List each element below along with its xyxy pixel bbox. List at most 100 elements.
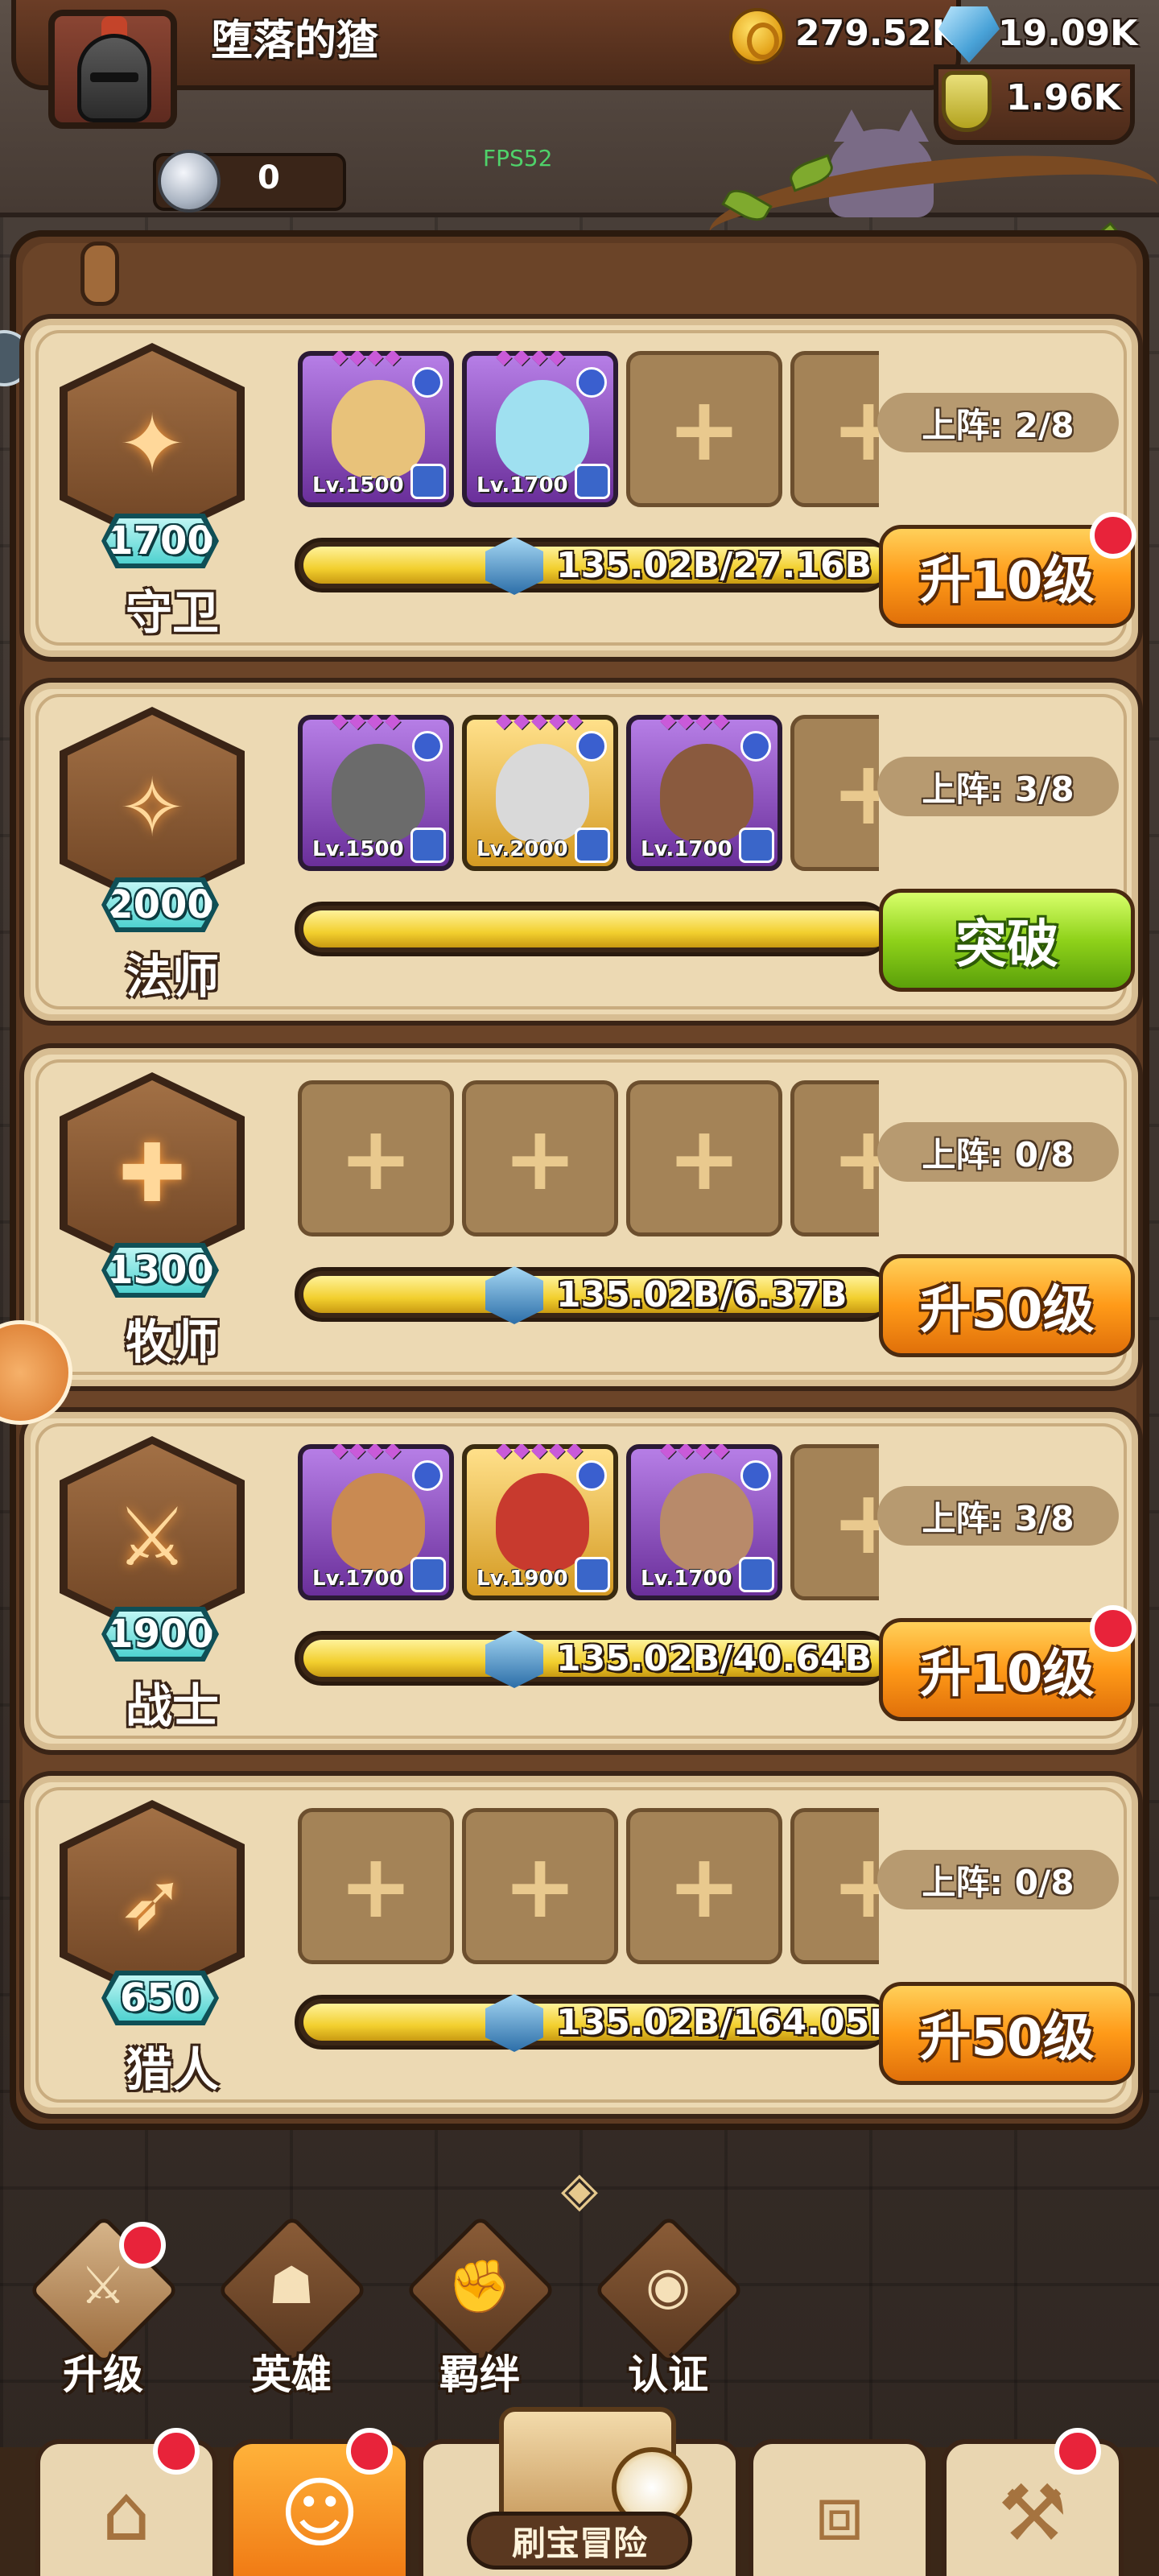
plus-icon: +	[502, 1107, 578, 1210]
class-symbol-icon: ✧	[118, 760, 186, 855]
class-card: ✧ 2000 法师 ◆◆◆◆ Lv.1500 ◆◆◆◆◆ Lv.2000 ◆◆◆◆ Lv.170…	[19, 678, 1143, 1026]
star-rank-icon: ◆◆◆◆	[332, 1444, 402, 1462]
class-symbol-icon: ➶	[118, 1853, 186, 1948]
hero-portrait	[496, 1473, 589, 1571]
deployed-count: 上阵: 0/8	[877, 1850, 1119, 1909]
role-icon	[739, 828, 774, 863]
level-cost-bar: 135.02B/164.05M	[295, 1994, 905, 2052]
class-symbol-icon: ⚔	[116, 1489, 188, 1584]
adventure-label: 刷宝冒险	[467, 2512, 692, 2570]
empty-hero-slot[interactable]: +	[462, 1080, 618, 1236]
player-name: 堕落的猹	[211, 17, 379, 65]
star-rank-icon: ◆◆◆◆	[660, 1444, 731, 1462]
empty-hero-slot[interactable]: +	[626, 1080, 782, 1236]
hero-level: Lv.1500	[312, 473, 404, 497]
menu-item[interactable]: ⚔ 升级	[23, 2215, 184, 2431]
hero-card[interactable]: ◆◆◆◆ Lv.1700	[462, 351, 618, 507]
empty-hero-slot[interactable]: +	[626, 351, 782, 507]
upgrade-button[interactable]: 升50级	[879, 1254, 1135, 1357]
hero-card[interactable]: ◆◆◆◆◆ Lv.1900	[462, 1444, 618, 1600]
hero-portrait	[332, 744, 425, 842]
class-level-badge: 1700	[101, 514, 219, 568]
level-cost-bar: 135.02B/6.37B	[295, 1266, 891, 1324]
level-cost-bar: 135.02B/27.16B	[295, 537, 891, 595]
menu-label: 羁绊	[439, 2351, 520, 2398]
empty-hero-slot[interactable]: +	[462, 1808, 618, 1964]
class-name: 守卫	[125, 585, 219, 640]
empty-hero-slot[interactable]: +	[626, 1808, 782, 1964]
plus-icon: +	[338, 1107, 414, 1210]
star-rank-icon: ◆◆◆◆	[660, 715, 731, 733]
star-rank-icon: ◆◆◆◆	[332, 715, 402, 733]
hero-slot-row: ◆◆◆◆ Lv.1700 ◆◆◆◆◆ Lv.1900 ◆◆◆◆ Lv.1700 +	[298, 1444, 879, 1607]
level-cost-bar: 135.02B/40.64B	[295, 1630, 891, 1688]
class-card: ⚔ 1900 战士 ◆◆◆◆ Lv.1700 ◆◆◆◆◆ Lv.1900 ◆◆◆◆ Lv.170…	[19, 1407, 1143, 1755]
plus-icon: +	[666, 378, 742, 481]
player-avatar[interactable]	[48, 10, 177, 129]
deployed-count: 上阵: 3/8	[877, 1486, 1119, 1546]
empty-hero-slot[interactable]: +	[298, 1808, 454, 1964]
deployed-count: 上阵: 3/8	[877, 757, 1119, 816]
class-level-badge: 2000	[101, 877, 219, 932]
adventure-map[interactable]: 刷宝冒险	[451, 2399, 708, 2576]
upgrade-button[interactable]: 突破	[879, 889, 1135, 992]
empty-hero-slot[interactable]: +	[790, 715, 879, 871]
plus-icon: +	[502, 1835, 578, 1938]
hero-notification-dot	[346, 2428, 393, 2475]
class-symbol-icon: ✦	[118, 396, 186, 491]
plus-icon: +	[666, 1107, 742, 1210]
hero-card[interactable]: ◆◆◆◆ Lv.1700	[626, 1444, 782, 1600]
empty-hero-slot[interactable]: +	[790, 1080, 879, 1236]
tab-bag[interactable]: ⧈	[749, 2439, 930, 2576]
menu-icon: ✊	[448, 2256, 512, 2317]
empty-hero-slot[interactable]: +	[298, 1080, 454, 1236]
empty-hero-slot[interactable]: +	[790, 1808, 879, 1964]
plus-icon: +	[666, 1835, 742, 1938]
element-icon	[576, 367, 607, 398]
class-card: ✚ 1300 牧师 + + + + 上阵: 0/8 135.02B/6.37B 升50级	[19, 1043, 1143, 1391]
menu-item[interactable]: ☗ 英雄	[211, 2215, 372, 2431]
cost-text: 135.02B/27.16B	[556, 545, 872, 586]
hero-level: Lv.1900	[476, 1567, 568, 1591]
shop-notification-dot	[153, 2428, 200, 2475]
element-icon	[576, 731, 607, 762]
element-icon	[412, 1460, 443, 1491]
star-rank-icon: ◆◆◆◆◆	[496, 1444, 584, 1462]
hero-card[interactable]: ◆◆◆◆ Lv.1700	[298, 1444, 454, 1600]
class-card: ✦ 1700 守卫 ◆◆◆◆ Lv.1500 ◆◆◆◆ Lv.1700 + + 上阵: 2/8 13…	[19, 314, 1143, 662]
class-level-badge: 1900	[101, 1607, 219, 1662]
element-icon	[412, 367, 443, 398]
role-icon	[575, 464, 610, 499]
plus-icon: +	[831, 1471, 879, 1574]
potion-icon	[942, 71, 992, 132]
gold-coin-icon	[729, 8, 786, 64]
empty-hero-slot[interactable]: +	[790, 1444, 879, 1600]
upgrade-button[interactable]: 升50级	[879, 1982, 1135, 2085]
hero-card[interactable]: ◆◆◆◆ Lv.1500	[298, 351, 454, 507]
hero-card[interactable]: ◆◆◆◆ Lv.1700	[626, 715, 782, 871]
collapse-chevron-icon[interactable]: ◈	[499, 2165, 660, 2214]
class-name: 法师	[125, 949, 219, 1004]
role-icon	[575, 828, 610, 863]
empty-hero-slot[interactable]: +	[790, 351, 879, 507]
hero-slot-row: + + + +	[298, 1080, 879, 1243]
deployed-count: 上阵: 2/8	[877, 393, 1119, 452]
menu-label: 升级	[63, 2351, 143, 2398]
level-cost-bar	[295, 902, 891, 956]
class-name: 牧师	[125, 1315, 219, 1369]
star-rank-icon: ◆◆◆◆◆	[496, 715, 584, 733]
element-icon	[576, 1460, 607, 1491]
forge-notification-dot	[1054, 2428, 1101, 2475]
shop-icon: ⌂	[101, 2468, 151, 2558]
crystal-icon	[485, 1266, 543, 1324]
crystal-icon	[485, 1994, 543, 2052]
fps-counter: FPS52	[483, 145, 553, 171]
hero-card[interactable]: ◆◆◆◆◆ Lv.2000	[462, 715, 618, 871]
hero-level: Lv.1700	[641, 837, 732, 861]
element-icon	[740, 731, 771, 762]
hero-portrait	[332, 380, 425, 478]
notification-dot	[119, 2222, 166, 2268]
hero-card[interactable]: ◆◆◆◆ Lv.1500	[298, 715, 454, 871]
class-name: 战士	[125, 1678, 219, 1733]
helmet-visor-icon	[90, 72, 138, 82]
